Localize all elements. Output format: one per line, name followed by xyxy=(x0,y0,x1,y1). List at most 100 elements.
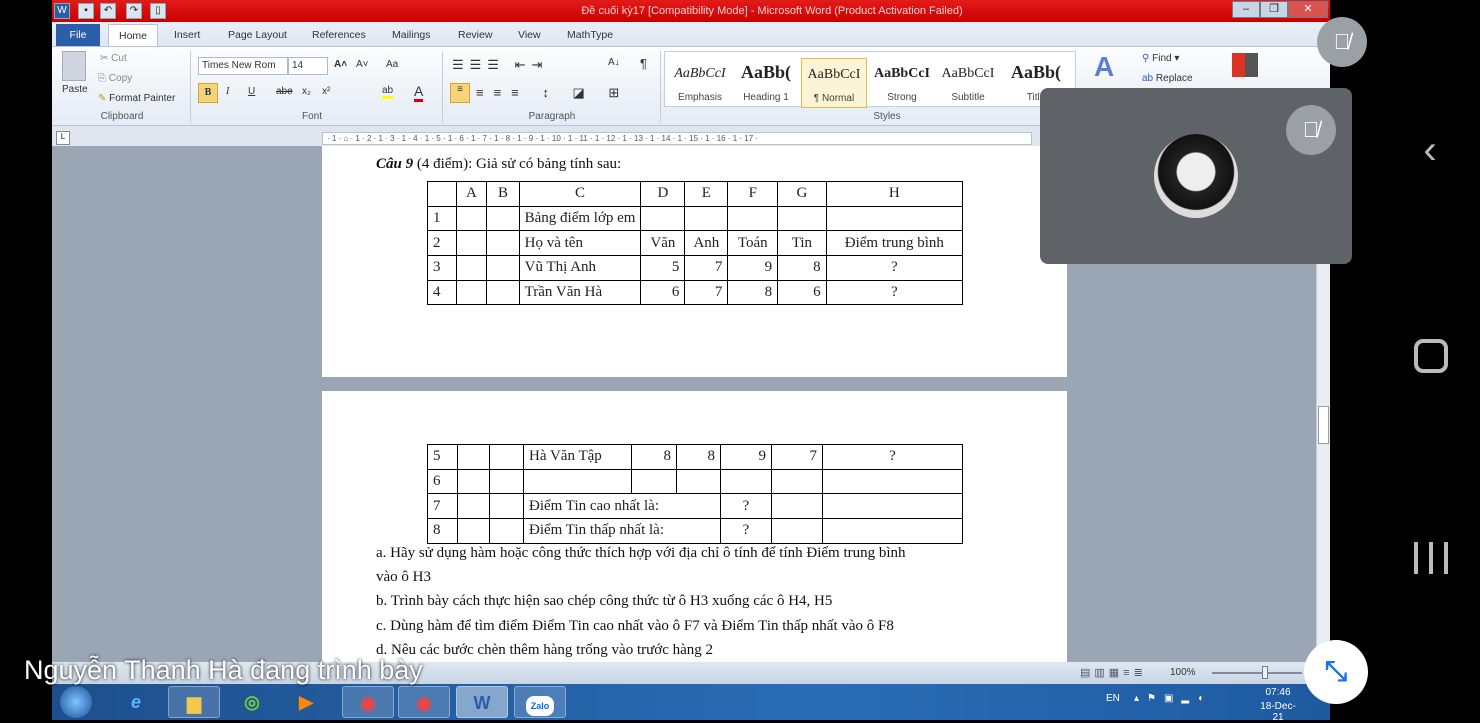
question-c: c. Dùng hàm để tìm điểm Điểm Tin cao nhấ… xyxy=(376,618,894,634)
zoom-slider[interactable] xyxy=(1212,672,1302,674)
align-buttons[interactable]: ≡≡≡ ↕ ◪ ⊞ xyxy=(476,85,629,101)
tray-icons[interactable]: ▴⚑▣▂◖ xyxy=(1134,693,1211,704)
participant-video-tile[interactable]: 🎙̸ xyxy=(1040,88,1352,264)
format-painter-button[interactable]: ✎ Format Painter xyxy=(98,93,175,104)
save-icon[interactable]: ▪ xyxy=(78,3,94,19)
paste-button[interactable]: Paste xyxy=(62,84,88,95)
find-label: Find xyxy=(1152,53,1172,64)
tab-file[interactable]: File xyxy=(56,24,100,46)
table-cell: 6 xyxy=(777,279,827,306)
shrink-font-button[interactable]: A˅ xyxy=(356,59,369,70)
table-cell: Anh xyxy=(684,230,729,257)
file-explorer-icon[interactable]: ▆ xyxy=(168,686,220,718)
show-marks-button[interactable]: ¶ xyxy=(640,56,647,71)
style-normal[interactable]: AaBbCcI ¶ Normal xyxy=(801,58,867,108)
style-preview: AaBb( xyxy=(1010,62,1061,82)
start-button[interactable] xyxy=(60,686,92,718)
style-subtitle[interactable]: AaBbCcI Subtitle xyxy=(935,58,1001,108)
internet-explorer-icon[interactable]: e xyxy=(110,686,162,718)
paste-icon xyxy=(62,51,86,81)
change-styles-icon[interactable]: A xyxy=(1094,51,1114,83)
clock[interactable]: 07:46 18-Dec-21 xyxy=(1256,687,1300,723)
table-cell: Tin xyxy=(777,230,827,257)
table-row: 2 Họ và tên Văn Anh Toán Tin Điểm trung bình xyxy=(427,230,964,257)
bold-button[interactable]: B xyxy=(198,83,218,103)
tab-insert[interactable]: Insert xyxy=(164,24,210,46)
tab-page-layout[interactable]: Page Layout xyxy=(218,24,297,46)
media-player-icon[interactable]: ▶ xyxy=(280,686,332,718)
style-preview: AaBbCcI xyxy=(941,66,995,81)
font-size-select[interactable]: 14 xyxy=(288,57,328,75)
restore-button[interactable]: ❐ xyxy=(1260,1,1288,18)
brush-icon: ✎ xyxy=(98,93,107,104)
send-to-icon[interactable] xyxy=(1232,53,1258,77)
zoom-level[interactable]: 100% xyxy=(1170,667,1196,678)
table-cell: Điểm Tin thấp nhất là: xyxy=(523,518,721,544)
sort-button[interactable]: A↓ xyxy=(608,57,620,68)
minimize-button[interactable]: – xyxy=(1232,1,1260,18)
chrome-icon[interactable]: ◉ xyxy=(342,686,394,718)
table-cell: 9 xyxy=(727,255,779,281)
tab-mathtype[interactable]: MathType xyxy=(557,24,623,46)
table-cell: Hà Văn Tập xyxy=(523,444,632,470)
redo-icon[interactable]: ↷ xyxy=(126,3,142,19)
horizontal-ruler[interactable]: · 1 · ⌂ · 1 · 2 · 1 · 3 · 1 · 4 · 1 · 5 … xyxy=(322,132,1032,145)
tab-selector[interactable]: L xyxy=(56,131,70,145)
underline-button[interactable]: U xyxy=(248,86,255,97)
italic-button[interactable]: I xyxy=(226,86,229,97)
table-cell xyxy=(486,255,520,281)
home-nav-icon[interactable] xyxy=(1414,339,1448,373)
change-case-button[interactable]: Aa xyxy=(386,59,398,70)
tab-home[interactable]: Home xyxy=(108,24,159,46)
tab-mailings[interactable]: Mailings xyxy=(382,24,441,46)
close-button[interactable]: ✕ xyxy=(1288,1,1328,18)
table-cell xyxy=(457,518,490,544)
style-heading-1[interactable]: AaBb(Heading 1 xyxy=(733,58,799,108)
table-cell xyxy=(676,468,721,495)
style-strong[interactable]: AaBbCcI Strong xyxy=(869,58,935,108)
list-buttons[interactable]: ☰☰☰ ⇤⇥ xyxy=(452,57,548,73)
chrome-profile-icon[interactable]: ◉ xyxy=(398,686,450,718)
presenter-caption: Nguyễn Thanh Hà đang trình bày xyxy=(24,655,423,685)
subscript-button[interactable]: x₂ xyxy=(302,86,311,97)
style-preview: AaBb( xyxy=(740,62,791,82)
app-icon[interactable]: ◎ xyxy=(226,686,278,718)
table-cell xyxy=(771,468,823,495)
undo-icon[interactable]: ↶ xyxy=(100,3,116,19)
table-cell: 8 xyxy=(676,444,721,470)
highlight-icon[interactable]: ab xyxy=(382,85,394,99)
table-cell xyxy=(825,205,964,232)
minimize-screen-share-button[interactable]: ⤡ xyxy=(1304,640,1368,704)
muted-mic-self-icon[interactable]: 🎙̸ xyxy=(1317,17,1367,67)
table-cell xyxy=(457,468,490,495)
language-indicator[interactable]: EN xyxy=(1106,693,1120,704)
align-left-button[interactable]: ≡ xyxy=(450,83,470,103)
table-cell: Trần Văn Hà xyxy=(518,279,642,306)
tab-review[interactable]: Review xyxy=(448,24,502,46)
replace-button[interactable]: ab Replace xyxy=(1142,73,1193,84)
tab-view[interactable]: View xyxy=(508,24,551,46)
cut-button[interactable]: ✂ Cut xyxy=(100,53,127,64)
strikethrough-button[interactable]: abe xyxy=(276,86,293,97)
view-buttons[interactable]: ▤▥▦≡≣ xyxy=(1080,666,1147,679)
muted-mic-icon: 🎙̸ xyxy=(1286,105,1336,155)
back-nav-icon[interactable]: ‹ xyxy=(1408,128,1452,173)
font-color-icon[interactable]: A xyxy=(414,83,424,102)
zalo-taskbar-button[interactable]: Zalo xyxy=(514,686,566,718)
superscript-button[interactable]: x² xyxy=(322,86,330,97)
word-taskbar-icon[interactable]: W xyxy=(456,686,508,718)
recents-nav-icon[interactable] xyxy=(1414,542,1448,574)
font-name-select[interactable]: Times New Rom xyxy=(198,57,288,75)
row-number-cell: 6 xyxy=(427,468,458,495)
tab-references[interactable]: References xyxy=(302,24,376,46)
table-cell: Vũ Thị Anh xyxy=(518,255,642,281)
table-row: 6 xyxy=(427,468,963,495)
copy-button[interactable]: ⎘ Copy xyxy=(98,73,132,84)
style-emphasis[interactable]: AaBbCcI Emphasis xyxy=(667,58,733,108)
style-preview: AaBbCcI xyxy=(807,67,861,82)
find-button[interactable]: ⚲ Find ▾ xyxy=(1142,53,1179,64)
print-preview-icon[interactable]: ▯ xyxy=(150,3,166,19)
zoom-slider-handle[interactable] xyxy=(1262,666,1268,679)
scroll-thumb[interactable] xyxy=(1318,406,1329,444)
grow-font-button[interactable]: A˄ xyxy=(334,59,347,70)
